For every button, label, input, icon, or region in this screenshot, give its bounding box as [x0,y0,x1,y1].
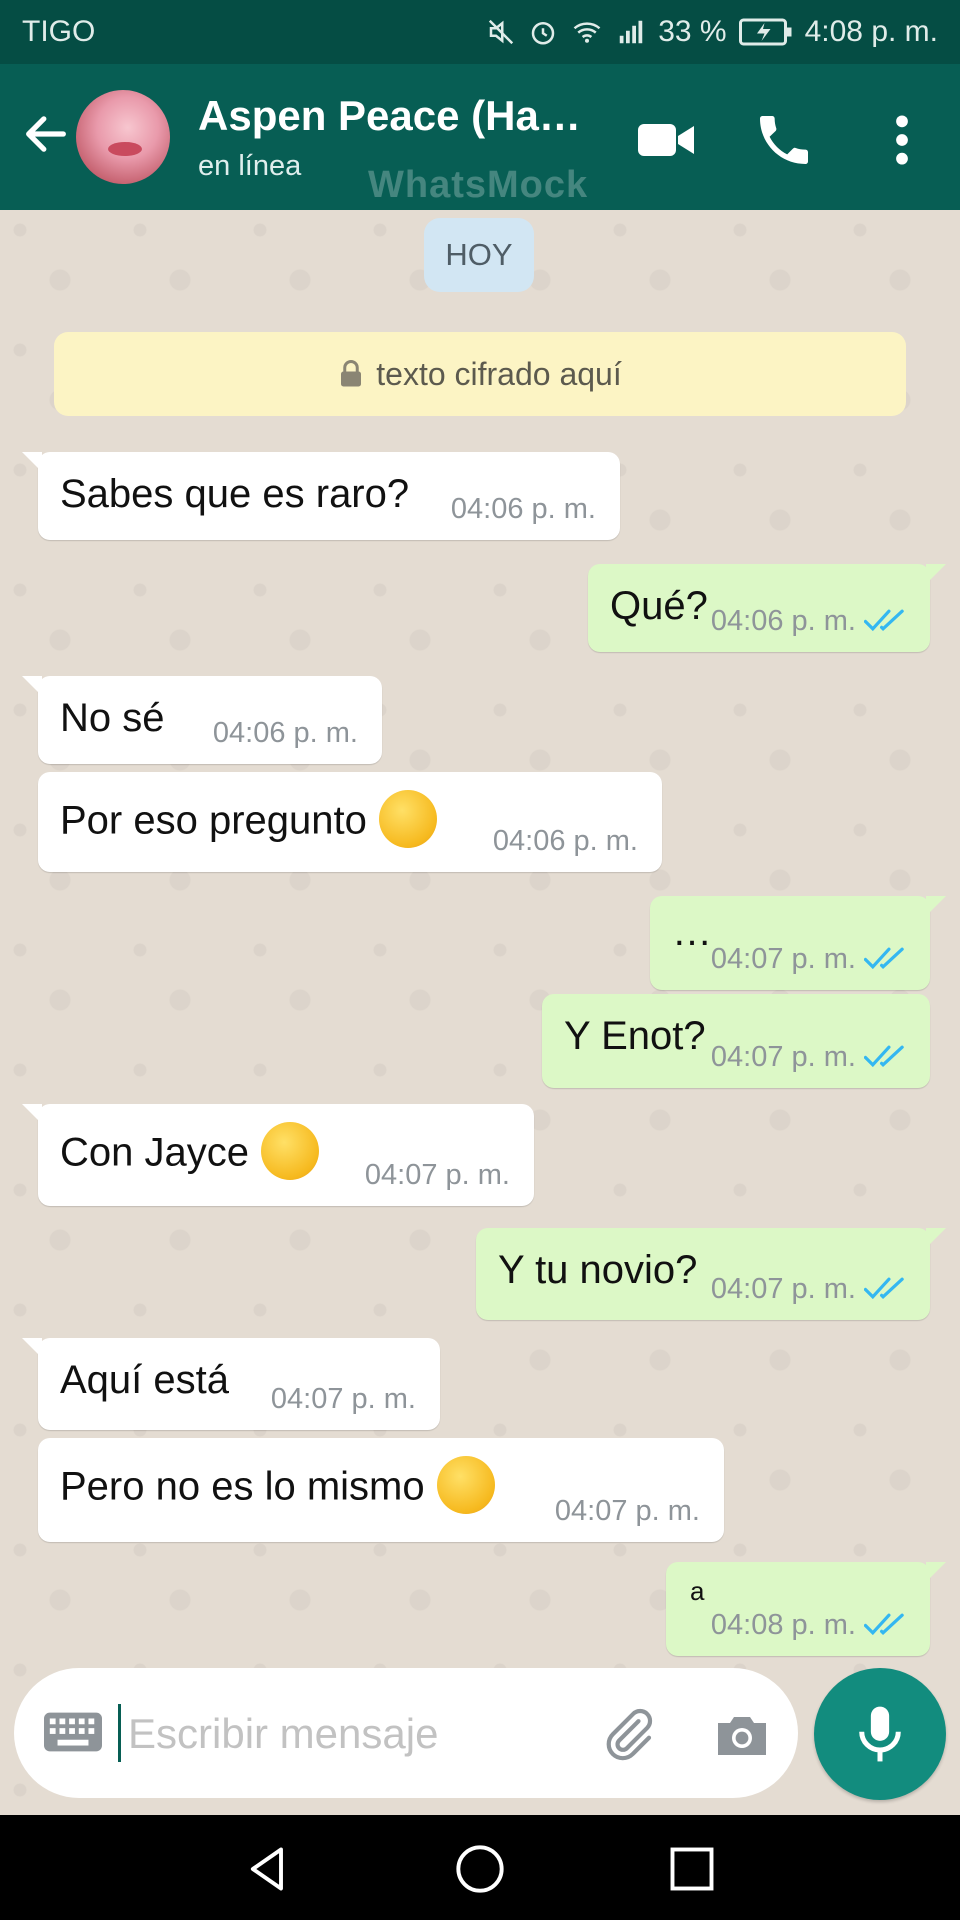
message-outgoing[interactable]: Y Enot? 04:07 p. m. [542,994,930,1088]
message-text: Qué? [610,584,708,628]
text-cursor [118,1704,121,1762]
video-call-icon[interactable] [634,108,698,172]
status-bar-right: 33 % 4:08 p. m. [486,15,938,49]
message-incoming[interactable]: Por eso pregunto 04:06 p. m. [38,772,662,872]
read-ticks-icon [864,1613,904,1636]
message-outgoing[interactable]: a 04:08 p. m. [666,1562,946,1656]
system-navigation-bar [0,1815,960,1920]
carrier-label: TIGO [22,15,96,48]
read-ticks-icon [864,947,904,970]
message-text: Y Enot? [564,1014,706,1058]
mic-icon [859,1706,901,1762]
nav-recents-icon[interactable] [666,1843,718,1895]
message-text: … [672,910,712,954]
rolling-eyes-emoji-icon [378,790,437,848]
read-ticks-icon [864,609,904,632]
contact-name[interactable]: Aspen Peace (Ha… [198,92,618,140]
camera-icon[interactable] [714,1712,770,1758]
chat-header: Aspen Peace (Ha… en línea WhatsMock [0,64,960,210]
encryption-text: texto cifrado aquí [376,355,622,392]
phone-icon[interactable] [752,108,816,172]
message-time: 04:07 p. m. [554,1495,700,1527]
signal-icon [619,20,643,44]
battery-charging-icon [738,18,792,46]
message-incoming[interactable]: Sabes que es raro? 04:06 p. m. [22,452,620,540]
bubble-tail [926,1562,946,1582]
read-ticks-icon [864,1045,904,1068]
watermark: WhatsMock [368,164,589,206]
message-time: 04:06 p. m. [450,493,596,525]
message-incoming[interactable]: Aquí está 04:07 p. m. [22,1338,440,1430]
chat-area[interactable]: HOY texto cifrado aquí Sabes que es raro… [0,210,960,1815]
crying-cat-emoji-icon [436,1456,495,1514]
message-text: Pero no es lo mismo [60,1464,425,1509]
message-time: 04:06 p. m. [212,717,358,749]
message-incoming[interactable]: No sé 04:06 p. m. [22,676,382,764]
avatar[interactable] [76,90,170,184]
date-chip: HOY [424,218,534,292]
wifi-icon [573,22,601,43]
message-outgoing[interactable]: Qué? 04:06 p. m. [588,564,946,652]
message-outgoing[interactable]: Y tu novio? 04:07 p. m. [476,1228,946,1320]
bubble-tail [22,1104,42,1124]
contact-status: en línea [198,150,302,182]
message-time: 04:06 p. m. [710,605,856,637]
message-text: Sabes que es raro? [60,472,410,516]
nav-back-icon[interactable] [242,1843,294,1895]
mute-icon [489,19,514,45]
attach-icon[interactable] [600,1706,656,1762]
message-text-wrap: Con Jayce [60,1122,319,1184]
message-text-wrap: Pero no es lo mismo [60,1456,495,1518]
message-incoming[interactable]: Con Jayce 04:07 p. m. [22,1104,534,1206]
alarm-icon [531,22,555,45]
message-input[interactable] [126,1698,600,1770]
message-text: No sé [60,696,165,740]
message-text-wrap: Por eso pregunto [60,790,437,852]
status-bar: TIGO 33 % 4:08 p. m. [0,0,960,64]
read-ticks-icon [864,1277,904,1300]
keyboard-icon[interactable] [44,1712,102,1752]
message-time: 04:07 p. m. [364,1159,510,1191]
pensive-emoji-icon [260,1122,319,1180]
bubble-tail [926,1228,946,1248]
message-text: a [690,1576,705,1606]
message-text: Aquí está [60,1358,230,1402]
back-arrow-icon[interactable] [20,108,72,160]
more-vert-icon[interactable] [870,108,934,172]
message-time: 04:08 p. m. [710,1609,856,1641]
lock-icon [341,360,362,387]
status-time: 4:08 p. m. [804,15,938,48]
bubble-tail [22,676,42,696]
nav-home-icon[interactable] [454,1843,506,1895]
message-time: 04:07 p. m. [710,1041,856,1073]
bubble-tail [926,564,946,584]
message-text: Y tu novio? [498,1248,698,1292]
battery-percent: 33 % [658,15,727,48]
encryption-notice[interactable]: texto cifrado aquí [54,332,906,416]
message-time: 04:07 p. m. [710,943,856,975]
bubble-tail [926,896,946,916]
message-time: 04:07 p. m. [710,1273,856,1305]
message-incoming[interactable]: Pero no es lo mismo 04:07 p. m. [38,1438,724,1542]
mic-button[interactable] [814,1668,946,1800]
message-composer [14,1668,798,1798]
message-outgoing[interactable]: … 04:07 p. m. [650,896,946,990]
message-time: 04:06 p. m. [492,825,638,857]
message-text: Con Jayce [60,1130,249,1175]
bubble-tail [22,1338,42,1358]
bubble-tail [22,452,42,472]
message-time: 04:07 p. m. [270,1383,416,1415]
message-text: Por eso pregunto [60,798,367,843]
